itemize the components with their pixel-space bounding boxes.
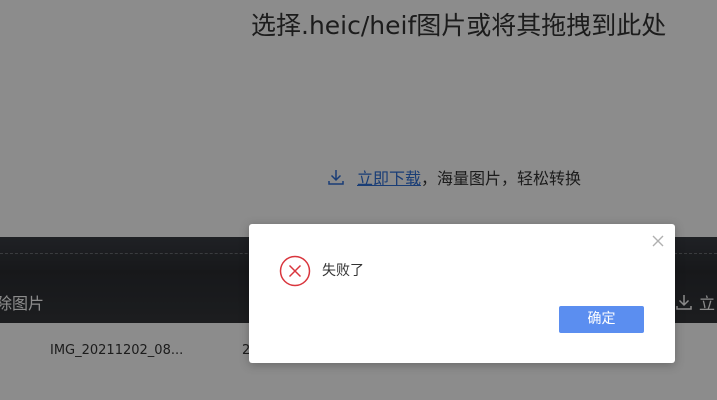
close-icon[interactable] <box>651 234 665 248</box>
error-circle-x-icon <box>279 255 311 287</box>
confirm-button[interactable]: 确定 <box>559 306 644 333</box>
error-dialog: 失败了 确定 <box>249 224 675 363</box>
dialog-message: 失败了 <box>322 263 364 279</box>
